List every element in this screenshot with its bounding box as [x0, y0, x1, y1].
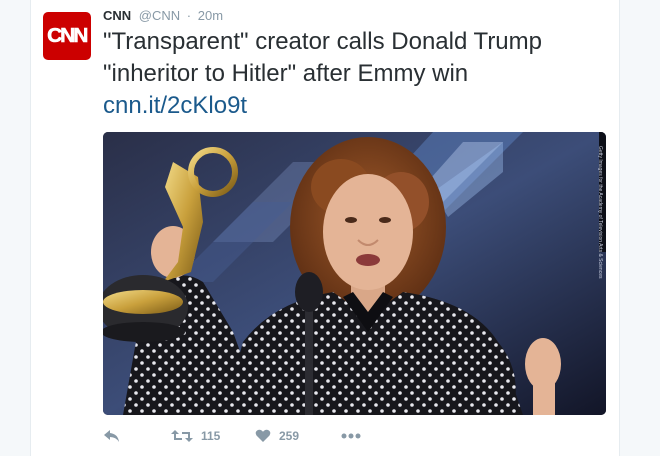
more-icon	[341, 433, 361, 439]
tweet-card[interactable]: CNN CNN @CNN · 20m "Transparent" creator…	[30, 0, 620, 456]
more-button[interactable]	[341, 433, 361, 439]
tweet-actions: 115 259	[103, 426, 361, 446]
retweet-icon	[171, 430, 193, 442]
header-separator: ·	[186, 8, 192, 23]
author-handle[interactable]: @CNN	[139, 8, 180, 23]
retweet-count: 115	[201, 429, 221, 443]
tweet-link[interactable]: cnn.it/2cKlo9t	[103, 90, 603, 122]
heart-icon	[255, 429, 271, 442]
avatar-logo-text: CNN	[47, 24, 89, 47]
like-button[interactable]: 259	[255, 429, 341, 443]
author-name[interactable]: CNN	[103, 8, 131, 23]
reply-icon	[104, 430, 119, 442]
tweet-photo[interactable]: Getty Images for the Academy of Televisi…	[103, 132, 606, 415]
tweet-timestamp[interactable]: 20m	[198, 8, 223, 23]
emmy-winner-photo: Getty Images for the Academy of Televisi…	[103, 132, 606, 415]
tweet-header: CNN @CNN · 20m	[103, 8, 223, 24]
retweet-button[interactable]: 115	[171, 429, 255, 443]
reply-button[interactable]	[103, 429, 171, 443]
avatar[interactable]: CNN	[43, 12, 91, 60]
tweet-text-block: "Transparent" creator calls Donald Trump…	[103, 26, 603, 122]
photo-credit: Getty Images for the Academy of Televisi…	[597, 146, 603, 279]
like-count: 259	[279, 429, 300, 443]
tweet-text: "Transparent" creator calls Donald Trump…	[103, 28, 542, 87]
